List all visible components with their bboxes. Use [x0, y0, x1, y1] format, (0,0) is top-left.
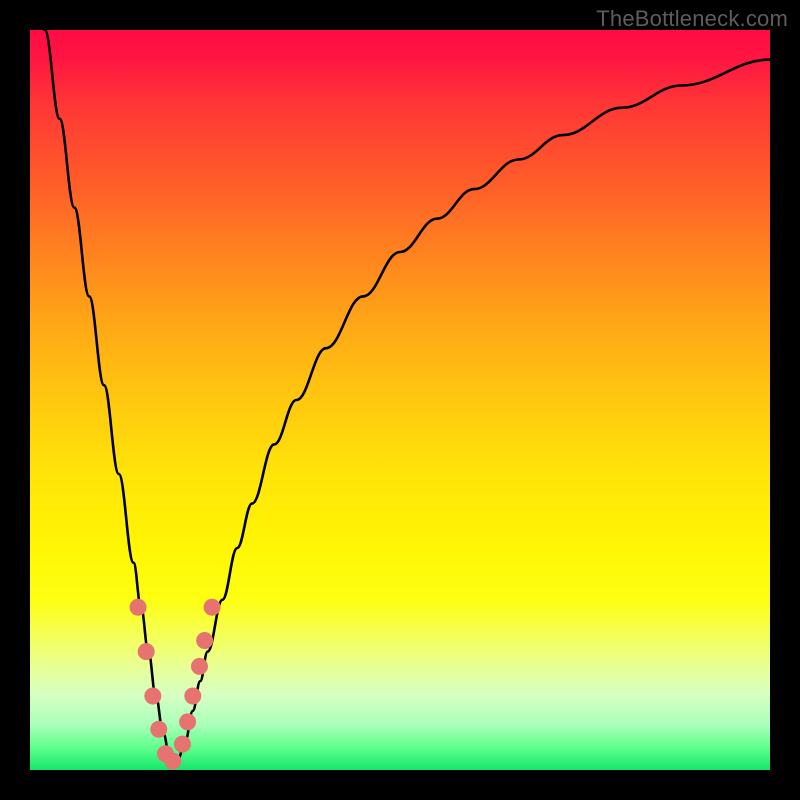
curve-marker	[164, 753, 181, 770]
curve-marker	[191, 658, 208, 675]
watermark-text: TheBottleneck.com	[596, 6, 788, 32]
plot-area	[30, 30, 770, 770]
curve-marker	[204, 599, 221, 616]
curve-marker	[150, 721, 167, 738]
curve-marker	[130, 599, 147, 616]
curve-marker	[144, 688, 161, 705]
curve-marker	[196, 632, 213, 649]
curve-marker	[174, 736, 191, 753]
bottleneck-curve-svg	[30, 30, 770, 770]
curve-marker	[184, 688, 201, 705]
curve-marker	[179, 713, 196, 730]
curve-marker	[138, 643, 155, 660]
chart-frame: TheBottleneck.com	[0, 0, 800, 800]
